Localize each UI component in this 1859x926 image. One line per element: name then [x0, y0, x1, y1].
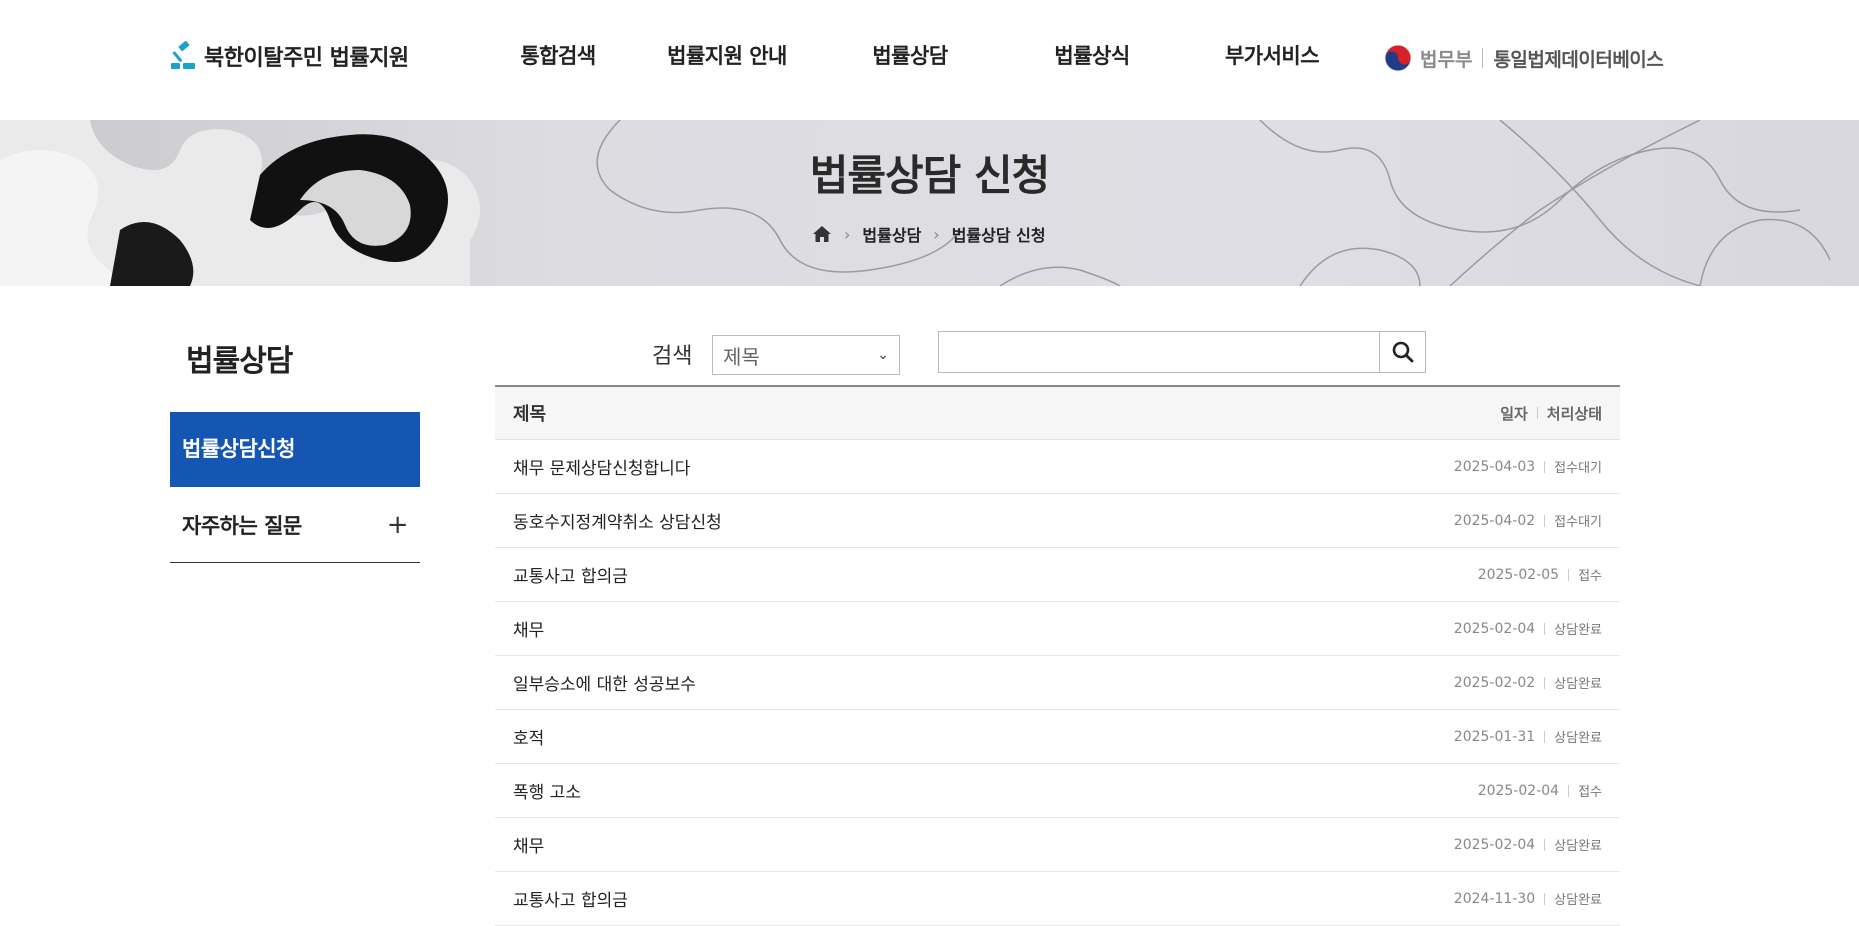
column-title: 제목	[513, 404, 547, 425]
row-title[interactable]: 채무	[513, 616, 544, 641]
sidebar-item-faq[interactable]: 자주하는 질문 +	[170, 487, 420, 563]
row-divider	[1544, 730, 1546, 743]
nav-legal-knowledge[interactable]: 법률상식	[1002, 40, 1182, 70]
main-nav: 통합검색 법률지원 안내 법률상담 법률상식 부가서비스	[480, 40, 1362, 70]
nav-integrated-search[interactable]: 통합검색	[480, 40, 636, 70]
row-meta: 2025-02-05 접수	[1477, 565, 1602, 585]
row-divider	[1568, 568, 1570, 581]
row-divider	[1544, 676, 1546, 689]
table-row[interactable]: 채무 문제상담신청합니다 2025-04-03 접수대기	[495, 440, 1620, 494]
ministry-name: 법무부	[1420, 48, 1473, 71]
sidebar-item-consultation-request[interactable]: 법률상담신청	[170, 412, 420, 487]
gavel-icon	[171, 41, 195, 69]
table-row[interactable]: 동호수지정계약취소 상담신청 2025-04-02 접수대기	[495, 494, 1620, 548]
row-divider	[1568, 784, 1570, 797]
row-meta: 2024-11-30 상담완료	[1453, 889, 1602, 909]
breadcrumb-item-current: 법률상담 신청	[951, 226, 1046, 245]
row-date: 2025-02-04	[1477, 782, 1560, 799]
sidebar-title: 법률상담	[186, 344, 293, 379]
nav-legal-support-guide[interactable]: 법률지원 안내	[636, 40, 818, 70]
search-input[interactable]	[938, 331, 1380, 373]
status-badge: 접수	[1578, 785, 1602, 800]
row-meta: 2025-02-02 상담완료	[1453, 673, 1602, 693]
column-status: 처리상태	[1546, 404, 1602, 423]
status-badge: 상담완료	[1554, 623, 1602, 638]
row-date: 2025-02-05	[1477, 566, 1560, 583]
row-date: 2025-01-31	[1453, 728, 1536, 745]
status-badge: 접수대기	[1554, 515, 1602, 530]
column-date: 일자	[1500, 404, 1528, 423]
row-meta: 2025-01-31 상담완료	[1453, 727, 1602, 747]
nav-additional-services[interactable]: 부가서비스	[1182, 40, 1362, 70]
header-divider	[1482, 48, 1484, 68]
table-row[interactable]: 채무 2025-02-04 상담완료	[495, 602, 1620, 656]
row-title[interactable]: 채무 문제상담신청합니다	[513, 454, 690, 479]
row-title[interactable]: 교통사고 합의금	[513, 562, 628, 587]
status-badge: 접수대기	[1554, 461, 1602, 476]
column-meta: 일자 처리상태	[1500, 403, 1602, 424]
table-row[interactable]: 일부승소에 대한 성공보수 2025-02-02 상담완료	[495, 656, 1620, 710]
breadcrumb-item-consultation[interactable]: 법률상담	[862, 222, 921, 246]
sidebar-item-label: 자주하는 질문	[182, 513, 302, 538]
row-date: 2025-02-04	[1453, 836, 1536, 853]
row-divider	[1544, 460, 1546, 473]
row-date: 2025-02-02	[1453, 674, 1536, 691]
list-header: 제목 일자 처리상태	[495, 385, 1620, 440]
chevron-down-icon: ⌄	[877, 347, 889, 363]
status-badge: 상담완료	[1554, 839, 1602, 854]
chevron-right-icon: ›	[933, 224, 940, 244]
search-select-value: 제목	[723, 344, 760, 369]
status-badge: 접수	[1578, 569, 1602, 584]
row-divider	[1544, 838, 1546, 851]
row-title[interactable]: 채무	[513, 832, 544, 857]
row-divider	[1544, 622, 1546, 635]
site-header: 북한이탈주민 법률지원 통합검색 법률지원 안내 법률상담 법률상식 부가서비스…	[0, 0, 1859, 120]
row-date: 2025-04-03	[1453, 458, 1536, 475]
row-date: 2024-11-30	[1453, 890, 1536, 907]
nav-legal-consultation[interactable]: 법률상담	[818, 40, 1002, 70]
row-meta: 2025-02-04 상담완료	[1453, 619, 1602, 639]
row-title[interactable]: 일부승소에 대한 성공보수	[513, 670, 696, 695]
search-label: 검색	[652, 344, 693, 369]
plus-icon[interactable]: +	[387, 510, 409, 540]
site-logo[interactable]: 북한이탈주민 법률지원	[170, 40, 409, 72]
row-meta: 2025-02-04 접수	[1477, 781, 1602, 801]
column-divider	[1536, 407, 1538, 419]
search-field-select[interactable]: 제목 ⌄	[712, 335, 900, 375]
ministry-of-justice-link[interactable]: 법무부 통일법제데이터베이스	[1384, 44, 1664, 72]
table-row[interactable]: 폭행 고소 2025-02-04 접수	[495, 764, 1620, 818]
row-title[interactable]: 호적	[513, 724, 544, 749]
home-icon[interactable]	[812, 225, 832, 243]
row-meta: 2025-04-02 접수대기	[1453, 511, 1602, 531]
status-badge: 상담완료	[1554, 731, 1602, 746]
status-badge: 상담완료	[1554, 677, 1602, 692]
row-divider	[1544, 892, 1546, 905]
search-button[interactable]	[1379, 331, 1426, 373]
row-meta: 2025-04-03 접수대기	[1453, 457, 1602, 477]
table-row[interactable]: 호적 2025-01-31 상담완료	[495, 710, 1620, 764]
row-date: 2025-02-04	[1453, 620, 1536, 637]
status-badge: 상담완료	[1554, 893, 1602, 908]
chevron-right-icon: ›	[844, 224, 851, 244]
logo-text: 북한이탈주민 법률지원	[204, 46, 409, 71]
consultation-list: 제목 일자 처리상태 채무 문제상담신청합니다 2025-04-03 접수대기 동호수…	[495, 385, 1620, 926]
search-icon	[1392, 341, 1413, 363]
page-banner: 법률상담 신청 › 법률상담 › 법률상담 신청	[0, 120, 1859, 286]
table-row[interactable]: 교통사고 합의금 2025-02-05 접수	[495, 548, 1620, 602]
row-title[interactable]: 교통사고 합의금	[513, 886, 628, 911]
row-title[interactable]: 폭행 고소	[513, 778, 581, 803]
breadcrumb: › 법률상담 › 법률상담 신청	[812, 222, 1046, 246]
list-body: 채무 문제상담신청합니다 2025-04-03 접수대기 동호수지정계약취소 상담신청…	[495, 440, 1620, 926]
table-row[interactable]: 채무 2025-02-04 상담완료	[495, 818, 1620, 872]
row-divider	[1544, 514, 1546, 527]
row-title[interactable]: 동호수지정계약취소 상담신청	[513, 508, 722, 533]
row-date: 2025-04-02	[1453, 512, 1536, 529]
taegeuk-emblem-icon	[1384, 44, 1412, 72]
table-row[interactable]: 교통사고 합의금 2024-11-30 상담완료	[495, 872, 1620, 926]
row-meta: 2025-02-04 상담완료	[1453, 835, 1602, 855]
unification-law-db-link[interactable]: 통일법제데이터베이스	[1493, 45, 1663, 72]
page-title: 법률상담 신청	[809, 151, 1050, 200]
